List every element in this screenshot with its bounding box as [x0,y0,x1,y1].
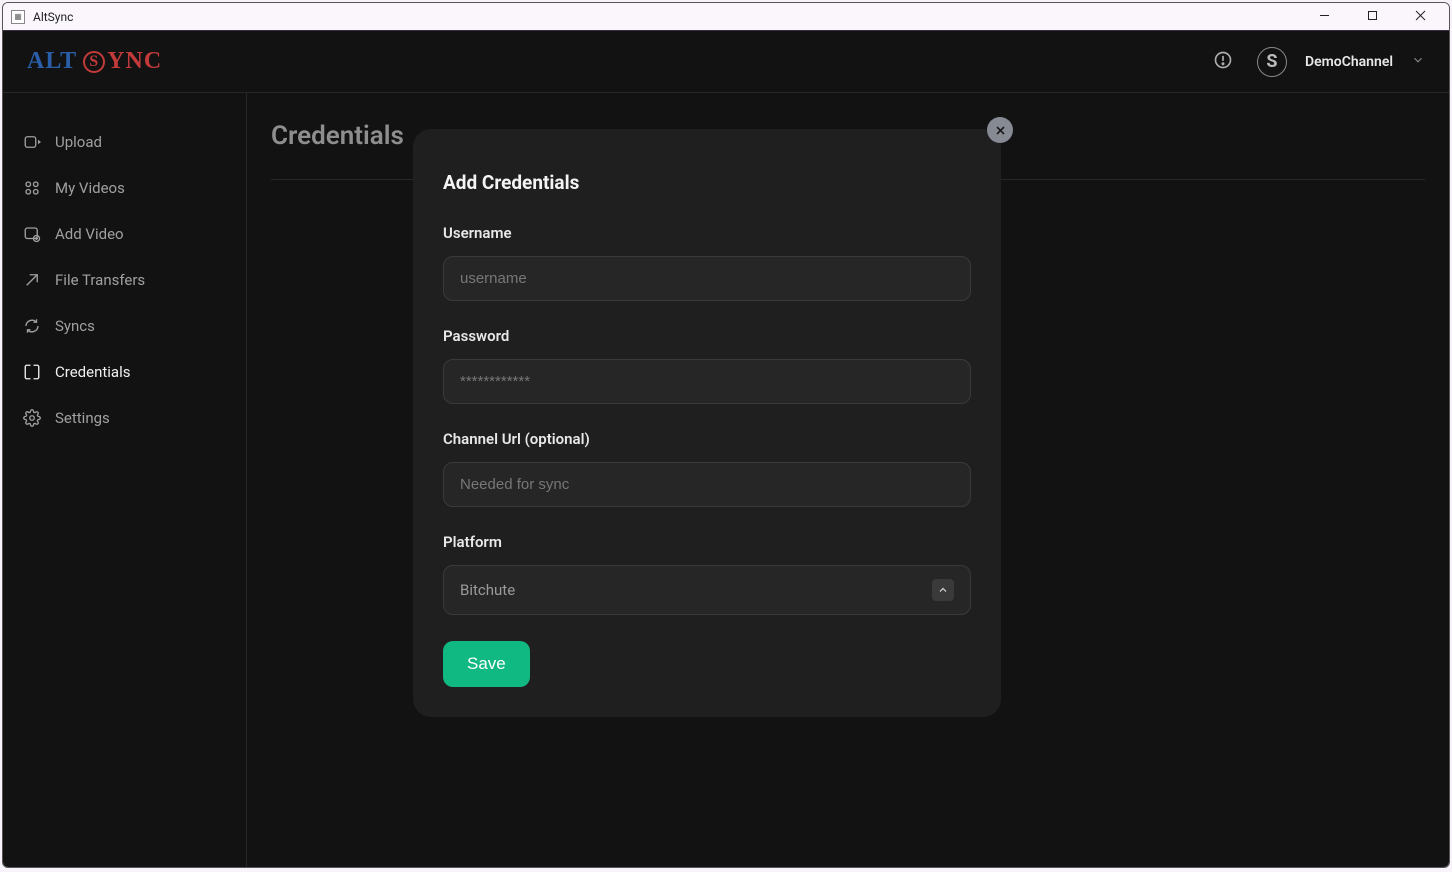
close-modal-button[interactable] [987,117,1013,143]
close-window-button[interactable] [1405,10,1435,24]
chevron-up-icon [932,579,954,601]
app-icon: ▦ [11,10,25,24]
sidebar-item-label: Add Video [55,225,124,243]
grid-icon [23,179,41,197]
window-title: AltSync [33,10,1309,24]
user-menu[interactable]: S DemoChannel [1257,47,1425,77]
add-video-icon [23,225,41,243]
app-logo: ALT S YNC [27,48,162,75]
channel-url-label: Channel Url (optional) [443,430,971,448]
platform-value: Bitchute [460,581,515,599]
logo-ync: YNC [107,48,162,75]
save-button[interactable]: Save [443,641,530,687]
logo-alt: ALT [27,48,77,75]
window-controls [1309,10,1435,24]
close-icon [995,125,1006,136]
titlebar: ▦ AltSync [3,3,1449,31]
maximize-button[interactable] [1357,10,1387,24]
user-name: DemoChannel [1305,54,1393,70]
sidebar-item-my-videos[interactable]: My Videos [23,165,226,211]
platform-group: Platform Bitchute [443,533,971,615]
username-label: Username [443,224,971,242]
sidebar-item-label: My Videos [55,179,125,197]
app-root: ALT S YNC S DemoChannel [3,31,1449,867]
gear-icon [23,409,41,427]
chevron-down-icon [1411,52,1425,71]
upload-icon [23,133,41,151]
logo-s-badge: S [83,51,105,73]
sidebar: Upload My Videos Add Video File Transfer… [3,93,247,867]
platform-select[interactable]: Bitchute [443,565,971,615]
sidebar-item-add-video[interactable]: Add Video [23,211,226,257]
sidebar-item-upload[interactable]: Upload [23,119,226,165]
modal-title: Add Credentials [443,171,971,194]
credentials-icon [23,363,41,381]
channel-url-group: Channel Url (optional) [443,430,971,507]
header-right: S DemoChannel [1213,47,1425,77]
channel-url-input[interactable] [443,462,971,507]
sidebar-item-label: Upload [55,133,102,151]
sidebar-item-syncs[interactable]: Syncs [23,303,226,349]
transfer-icon [23,271,41,289]
username-group: Username [443,224,971,301]
sync-icon [23,317,41,335]
password-input[interactable] [443,359,971,404]
platform-label: Platform [443,533,971,551]
sidebar-item-label: File Transfers [55,271,145,289]
app-window: ▦ AltSync ALT S YNC [2,2,1450,868]
sidebar-item-settings[interactable]: Settings [23,395,226,441]
password-group: Password [443,327,971,404]
app-header: ALT S YNC S DemoChannel [3,31,1449,93]
sidebar-item-label: Syncs [55,317,95,335]
sidebar-item-credentials[interactable]: Credentials [23,349,226,395]
username-input[interactable] [443,256,971,301]
password-label: Password [443,327,971,345]
sidebar-item-file-transfers[interactable]: File Transfers [23,257,226,303]
sidebar-item-label: Credentials [55,363,130,381]
sidebar-item-label: Settings [55,409,110,427]
minimize-button[interactable] [1309,10,1339,24]
avatar: S [1257,47,1287,77]
add-credentials-modal: Add Credentials Username Password Channe… [413,129,1001,717]
alert-icon[interactable] [1213,50,1233,74]
